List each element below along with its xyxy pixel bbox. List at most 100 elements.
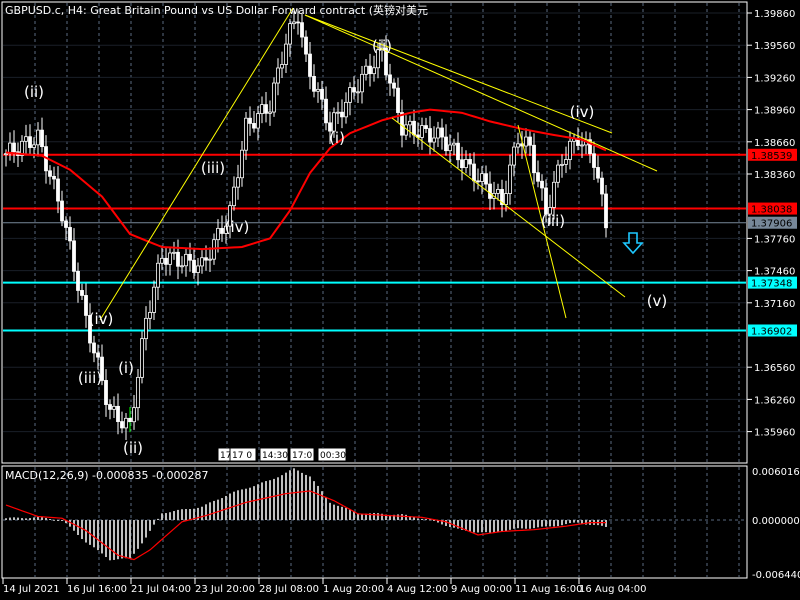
macd-histogram-bar <box>529 520 531 529</box>
x-tick-label: 14 Jul 2021 <box>3 584 60 595</box>
x-tick-label: 1 Aug 20:00 <box>323 584 384 595</box>
y-tick-label: 1.37160 <box>754 299 795 310</box>
macd-histogram-bar <box>165 513 167 520</box>
candle-body <box>428 128 432 143</box>
macd-histogram-bar <box>325 496 327 520</box>
macd-histogram-bar <box>505 520 507 532</box>
macd-histogram-bar <box>109 520 111 561</box>
macd-histogram-bar <box>137 520 139 549</box>
macd-histogram-bar <box>261 482 263 520</box>
macd-histogram-bar <box>445 520 447 526</box>
candle-body <box>552 181 556 208</box>
candle-body <box>432 137 436 143</box>
candle-body <box>496 189 500 194</box>
wave-label: (iii) <box>78 369 102 387</box>
macd-histogram-bar <box>417 518 419 520</box>
macd-histogram-bar <box>161 513 163 520</box>
macd-histogram-bar <box>181 509 183 520</box>
macd-histogram-bar <box>125 520 127 559</box>
candle-body <box>268 111 272 114</box>
candle-body <box>544 187 548 215</box>
macd-histogram-bar <box>541 520 543 527</box>
candle-body <box>388 74 392 84</box>
candle-body <box>84 295 88 316</box>
y-tick-label: 1.39560 <box>754 41 795 52</box>
candle-body <box>144 317 148 340</box>
candle-body <box>216 227 220 241</box>
macd-histogram-bar <box>309 476 311 520</box>
candle-body <box>304 36 308 55</box>
macd-histogram-bar <box>577 520 579 523</box>
y-tick-label: 1.36260 <box>754 395 795 406</box>
candle-body <box>140 338 144 378</box>
x-tick-label: 11 Aug 16:00 <box>515 584 582 595</box>
macd-histogram-bar <box>473 520 475 533</box>
candle-body <box>264 104 268 114</box>
candle-body <box>64 220 68 228</box>
candle-body <box>464 159 468 169</box>
macd-histogram-bar <box>77 520 79 535</box>
candle-body <box>232 186 236 207</box>
down-arrow-icon <box>622 232 644 255</box>
candle-body <box>92 342 96 354</box>
wave-label: (iii) <box>201 159 225 177</box>
candle-body <box>136 376 140 409</box>
candle-body <box>444 136 448 152</box>
candle-body <box>440 127 444 138</box>
macd-histogram-bar <box>97 520 99 551</box>
x-tick-label: 16 Aug 04:00 <box>579 584 646 595</box>
candle-body <box>4 153 8 156</box>
candle-body <box>12 142 16 153</box>
candle-body <box>68 227 72 242</box>
macd-histogram-bar <box>221 498 223 520</box>
macd-histogram-bar <box>173 511 175 520</box>
macd-histogram-bar <box>265 481 267 520</box>
candle-body <box>112 405 116 410</box>
macd-histogram-bar <box>217 499 219 520</box>
candle-body <box>476 180 480 183</box>
candle-body <box>176 251 180 267</box>
macd-histogram-bar <box>557 520 559 527</box>
macd-histogram-bar <box>157 518 159 520</box>
candle-body <box>448 144 452 152</box>
macd-histogram-bar <box>337 505 339 520</box>
macd-histogram-bar <box>545 520 547 527</box>
macd-histogram-bar <box>245 488 247 520</box>
macd-histogram-bar <box>317 485 319 520</box>
trend-line <box>99 7 294 321</box>
candle-body <box>536 172 540 182</box>
candle-body <box>556 164 560 183</box>
candle-body <box>360 73 364 93</box>
candle-body <box>288 23 292 45</box>
time-marker-label: 00:30 <box>320 451 346 461</box>
candle-body <box>300 22 304 38</box>
macd-histogram-bar <box>345 507 347 520</box>
candle-body <box>344 101 348 118</box>
y-tick-label: 1.38660 <box>754 138 795 149</box>
macd-histogram-bar <box>489 520 491 533</box>
candle-body <box>164 257 168 265</box>
candle-body <box>312 76 316 92</box>
wave-label: (iv) <box>570 103 595 121</box>
y-tick-label: 1.35960 <box>754 428 795 439</box>
candle-body <box>472 163 476 182</box>
candle-body <box>308 53 312 77</box>
wave-label: (iv) <box>89 310 114 328</box>
macd-histogram-bar <box>401 514 403 520</box>
candle-body <box>192 259 196 273</box>
candle-body <box>540 180 544 189</box>
candle-body <box>528 136 532 146</box>
candle-body <box>368 65 372 75</box>
candle-body <box>240 149 244 179</box>
trading-chart[interactable]: 1.39860 1.39560 1.39260 1.38960 1.38660 1.383… <box>0 0 800 600</box>
candle-body <box>284 43 288 65</box>
candle-body <box>600 177 604 195</box>
candle-body <box>564 159 568 165</box>
macd-histogram-bar <box>553 520 555 527</box>
macd-histogram-bar <box>293 468 295 520</box>
macd-histogram-bar <box>329 502 331 520</box>
macd-histogram-bar <box>485 520 487 533</box>
x-tick-label: 16 Jul 16:00 <box>67 584 127 595</box>
candle-body <box>200 257 204 267</box>
candle-body <box>408 120 412 126</box>
